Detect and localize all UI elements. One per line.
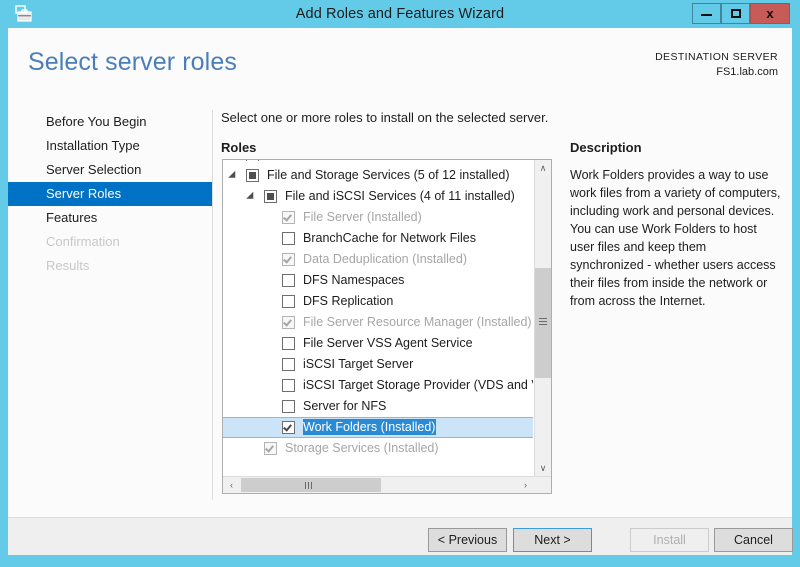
footer-bar: < Previous Next > Install Cancel (8, 518, 793, 555)
roles-tree-viewport: File and Storage Services (5 of 12 insta… (223, 160, 533, 477)
sidebar-item-server-roles[interactable]: Server Roles (8, 182, 212, 206)
maximize-button[interactable] (721, 3, 750, 24)
title-bar: Add Roles and Features Wizard x (0, 0, 800, 28)
table-row[interactable]: File and Storage Services (5 of 12 insta… (223, 165, 533, 186)
previous-button[interactable]: < Previous (428, 528, 507, 552)
table-row-selected[interactable]: Work Folders (Installed) (223, 417, 533, 438)
table-row[interactable]: Data Deduplication (Installed) (223, 249, 533, 270)
tree-item-label: File and iSCSI Services (4 of 11 install… (285, 189, 515, 203)
checkbox-unchecked[interactable] (282, 379, 295, 392)
checkbox-checked-disabled (282, 316, 295, 329)
table-row[interactable]: BranchCache for Network Files (223, 228, 533, 249)
description-body: Work Folders provides a way to use work … (570, 168, 781, 308)
checkbox-unchecked[interactable] (282, 274, 295, 287)
wizard-steps-nav: Before You Begin Installation Type Serve… (8, 110, 212, 278)
checkbox-unchecked[interactable] (282, 295, 295, 308)
table-row[interactable]: DFS Namespaces (223, 270, 533, 291)
sidebar-item-server-selection[interactable]: Server Selection (8, 158, 212, 182)
sidebar-item-before-you-begin[interactable]: Before You Begin (8, 110, 212, 134)
instruction-text: Select one or more roles to install on t… (221, 110, 549, 125)
roles-label: Roles (221, 140, 257, 155)
tree-item-label: File and Storage Services (5 of 12 insta… (267, 168, 510, 182)
tree-item-label: File Server (Installed) (303, 210, 422, 224)
table-row[interactable]: File Server (Installed) (223, 207, 533, 228)
checkbox-checked-disabled (282, 253, 295, 266)
tree-item-label: Data Deduplication (Installed) (303, 252, 467, 266)
checkbox-unchecked[interactable] (282, 358, 295, 371)
table-row[interactable]: Server for NFS (223, 396, 533, 417)
vertical-scrollbar-thumb[interactable] (535, 268, 551, 378)
checkbox-unchecked[interactable] (282, 232, 295, 245)
checkbox-partial[interactable] (246, 160, 259, 161)
table-row[interactable]: DFS Replication (223, 291, 533, 312)
checkbox-checked-disabled (282, 211, 295, 224)
checkbox-checked-disabled (264, 442, 277, 455)
wizard-window: Add Roles and Features Wizard x Select s… (0, 0, 800, 567)
cancel-button[interactable]: Cancel (714, 528, 793, 552)
minimize-button[interactable] (692, 3, 721, 24)
tree-item-label: DFS Namespaces (303, 273, 405, 287)
tree-item-label: iSCSI Target Storage Provider (VDS and V… (303, 378, 533, 392)
tree-item-label: BranchCache for Network Files (303, 231, 476, 245)
tree-item-label: File Server VSS Agent Service (303, 336, 473, 350)
scrollbar-corner (535, 477, 551, 493)
sidebar-item-results: Results (46, 258, 90, 273)
chevron-expanded-icon[interactable] (228, 170, 240, 182)
nav-divider (212, 110, 213, 500)
checkbox-indeterminate[interactable] (264, 190, 277, 203)
window-title: Add Roles and Features Wizard (295, 6, 505, 22)
sidebar-item-confirmation: Confirmation (46, 234, 120, 249)
table-row[interactable]: iSCSI Target Storage Provider (VDS and V… (223, 375, 533, 396)
scroll-down-button[interactable]: ∨ (535, 460, 551, 477)
horizontal-scrollbar[interactable]: ‹ › (223, 476, 551, 493)
scroll-right-button[interactable]: › (517, 477, 534, 493)
tree-item-label: File Server Resource Manager (Installed) (303, 315, 532, 329)
checkbox-unchecked[interactable] (282, 400, 295, 413)
next-button[interactable]: Next > (513, 528, 592, 552)
sidebar-item-features[interactable]: Features (8, 206, 212, 230)
maximize-icon (730, 9, 741, 18)
sidebar-item-installation-type[interactable]: Installation Type (8, 134, 212, 158)
table-row[interactable]: iSCSI Target Server (223, 354, 533, 375)
table-row[interactable]: Storage Services (Installed) (223, 438, 533, 459)
minimize-icon (701, 14, 712, 16)
destination-server-block: DESTINATION SERVER FS1.lab.com (655, 50, 778, 80)
install-button: Install (630, 528, 709, 552)
table-row[interactable]: File Server Resource Manager (Installed) (223, 312, 533, 333)
roles-tree-rows: File and Storage Services (5 of 12 insta… (223, 160, 533, 459)
checkbox-indeterminate[interactable] (246, 169, 259, 182)
description-title: Description (570, 140, 642, 155)
vertical-scrollbar[interactable]: ∧ ∨ (534, 160, 551, 477)
client-area: Select server roles DESTINATION SERVER F… (8, 28, 793, 555)
checkbox-unchecked[interactable] (282, 337, 295, 350)
tree-item-label: Work Folders (Installed) (303, 419, 437, 435)
destination-server-name: FS1.lab.com (716, 66, 778, 78)
scroll-left-button[interactable]: ‹ (223, 477, 240, 493)
table-row[interactable]: File Server VSS Agent Service (223, 333, 533, 354)
chevron-expanded-icon[interactable] (246, 191, 258, 203)
page-title: Select server roles (28, 48, 237, 76)
tree-item-label: Server for NFS (303, 399, 387, 413)
roles-tree[interactable]: File and Storage Services (5 of 12 insta… (222, 159, 552, 494)
checkbox-checked[interactable] (282, 421, 295, 434)
close-button[interactable]: x (750, 3, 790, 24)
scroll-up-button[interactable]: ∧ (535, 160, 551, 177)
table-row[interactable]: File and iSCSI Services (4 of 11 install… (223, 186, 533, 207)
horizontal-scrollbar-thumb[interactable] (241, 478, 381, 492)
tree-item-label: DFS Replication (303, 294, 394, 308)
destination-server-label: DESTINATION SERVER (655, 51, 778, 63)
tree-item-label: iSCSI Target Server (303, 357, 414, 371)
tree-item-label: Storage Services (Installed) (285, 441, 439, 455)
